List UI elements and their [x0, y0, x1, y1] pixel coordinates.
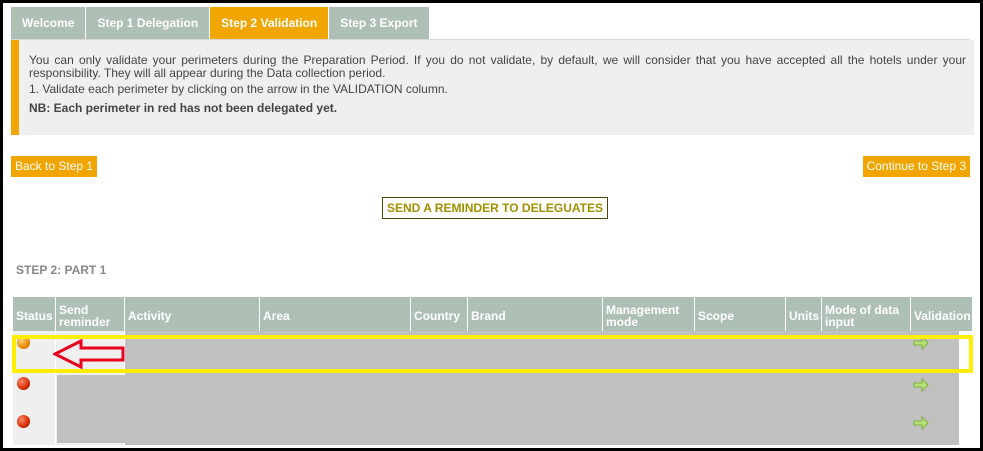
continue-to-step-3-button[interactable]: Continue to Step 3 [862, 156, 970, 177]
app-frame: Welcome Step 1 Delegation Step 2 Validat… [0, 0, 983, 451]
instructions-note: NB: Each perimeter in red has not been d… [29, 101, 338, 115]
table-row [13, 369, 973, 407]
instructions-step: 1. Validate each perimeter by clicking o… [29, 82, 448, 96]
perimeters-table: Status Send reminder Activity Area Count… [13, 297, 973, 445]
tab-step-1-delegation[interactable]: Step 1 Delegation [86, 7, 211, 39]
green-arrow-right-icon[interactable] [913, 335, 929, 351]
table-row [13, 331, 973, 369]
send-reminder-button[interactable]: SEND A REMINDER TO DELEGUATES [382, 197, 609, 219]
red-dot-icon [17, 415, 30, 428]
redacted-cells [125, 369, 960, 407]
column-scope: Scope [695, 297, 786, 331]
redacted-cells [125, 331, 960, 369]
tab-step-3-export[interactable]: Step 3 Export [329, 7, 430, 39]
column-units: Units [786, 297, 822, 331]
tab-step-2-validation[interactable]: Step 2 Validation [210, 7, 330, 39]
column-management-mode: Management mode [603, 297, 695, 331]
redacted-cells [125, 407, 960, 445]
back-to-step-1-button[interactable]: Back to Step 1 [11, 156, 98, 177]
step-tabs: Welcome Step 1 Delegation Step 2 Validat… [11, 7, 430, 39]
column-validation: Validation [911, 297, 973, 331]
instructions-box: You can only validate your perimeters du… [11, 40, 974, 135]
section-title: STEP 2: PART 1 [16, 263, 107, 277]
column-activity: Activity [125, 297, 260, 331]
table-header: Status Send reminder Activity Area Count… [13, 297, 973, 331]
orange-dot-icon [17, 336, 30, 349]
column-brand: Brand [468, 297, 603, 331]
red-dot-icon [17, 377, 30, 390]
tab-welcome[interactable]: Welcome [11, 7, 87, 39]
instructions-text: You can only validate your perimeters du… [29, 53, 966, 80]
annotation-arrow-icon [53, 339, 125, 369]
column-country: Country [411, 297, 468, 331]
table-row [13, 407, 973, 445]
column-mode-of-data-input: Mode of data input [822, 297, 911, 331]
column-area: Area [260, 297, 411, 331]
redacted-cells [57, 375, 127, 443]
column-send-reminder: Send reminder [56, 297, 125, 331]
column-status: Status [13, 297, 56, 331]
green-arrow-right-icon[interactable] [913, 377, 929, 393]
green-arrow-right-icon[interactable] [913, 415, 929, 431]
